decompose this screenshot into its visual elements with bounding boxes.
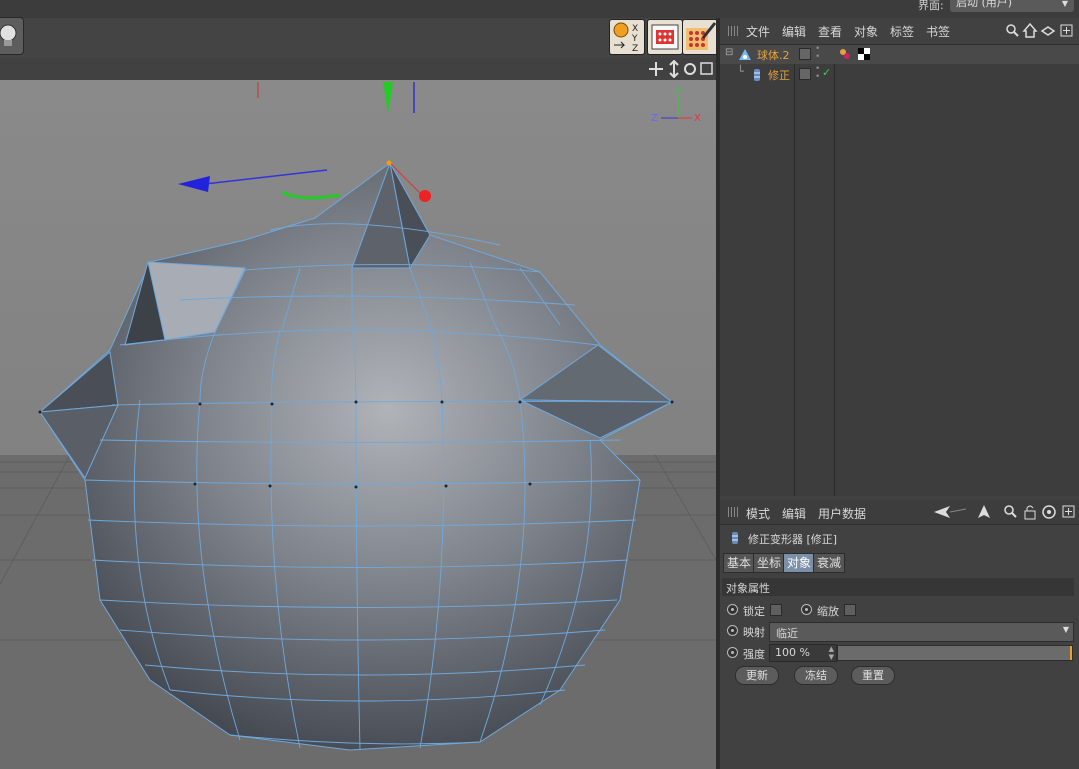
axis-z-label: Z — [651, 113, 658, 124]
menu-tags[interactable]: 标签 — [890, 23, 914, 40]
sphere-object-icon — [739, 49, 751, 60]
object-row-sphere[interactable]: ⊟ 球体.2 • • — [720, 45, 1079, 64]
freeze-button[interactable]: 冻结 — [794, 666, 838, 685]
object-name[interactable]: 修正 — [768, 67, 790, 83]
mapping-dropdown[interactable]: 临近 ▼ — [769, 622, 1074, 642]
tab-object[interactable]: 对象 — [783, 553, 816, 573]
editor-visibility-toggle[interactable] — [799, 68, 811, 80]
strength-label: 强度 — [743, 648, 765, 661]
viewport-scene: Y Z X — [0, 80, 716, 769]
tab-falloff[interactable]: 衰减 — [813, 553, 846, 573]
attribute-manager-panel: 模式 编辑 用户数据 修正变形器 [修正] 基本 坐标 对象 衰减 对象属性 锁… — [720, 500, 1079, 769]
3d-viewport[interactable]: Y Z X — [0, 80, 716, 769]
object-manager-menubar: 文件 编辑 查看 对象 标签 书签 — [720, 18, 1079, 45]
tab-basic[interactable]: 基本 — [723, 553, 756, 573]
correction-deformer-icon — [754, 69, 760, 81]
move-view-icon[interactable] — [649, 62, 663, 76]
render-settings-icon — [686, 22, 717, 50]
home-icon[interactable] — [1022, 22, 1038, 38]
back-arrow-icon[interactable] — [934, 506, 967, 518]
panel-grip-icon[interactable] — [728, 26, 738, 36]
maximize-view-icon[interactable] — [700, 62, 713, 75]
svg-text:Z: Z — [632, 44, 638, 54]
scale-checkbox[interactable] — [844, 604, 856, 616]
search-icon[interactable] — [1004, 505, 1017, 518]
menu-mode[interactable]: 模式 — [746, 505, 770, 522]
stepper-arrows-icon[interactable]: ▲ ▼ — [829, 645, 834, 661]
material-tag-icon[interactable] — [840, 49, 850, 59]
mapping-label: 映射 — [743, 626, 765, 639]
texture-tag-icon[interactable] — [858, 48, 870, 60]
strength-animate-radio[interactable] — [727, 647, 738, 658]
svg-text:Y: Y — [631, 34, 638, 44]
svg-text:X: X — [632, 24, 638, 34]
mapping-animate-radio[interactable] — [727, 625, 738, 636]
correction-deformer-icon — [732, 532, 738, 544]
render-view-button[interactable] — [647, 19, 683, 55]
object-manager-panel: 文件 编辑 查看 对象 标签 书签 ⊟ 球体.2 • • └ 修正 • • ✓ — [720, 18, 1079, 496]
target-icon[interactable] — [1042, 505, 1056, 519]
menu-user-data[interactable]: 用户数据 — [818, 505, 866, 522]
coordinate-system-icon: X Y Z — [613, 22, 638, 54]
render-grid-icon — [651, 24, 679, 50]
new-panel-icon[interactable] — [1062, 505, 1075, 518]
strength-slider[interactable] — [837, 645, 1073, 661]
scale-label: 缩放 — [817, 605, 839, 618]
menu-view[interactable]: 查看 — [818, 23, 842, 40]
panel-grip-icon[interactable] — [728, 507, 738, 517]
attribute-title: 修正变形器 [修正] — [748, 533, 838, 546]
attribute-manager-menubar: 模式 编辑 用户数据 — [720, 500, 1079, 525]
render-settings-button[interactable] — [682, 19, 718, 55]
rotate-view-icon[interactable] — [684, 63, 696, 75]
section-header: 对象属性 — [722, 578, 1074, 596]
render-dot-icon[interactable]: • • — [815, 65, 820, 82]
strength-slider-handle[interactable] — [1070, 646, 1072, 660]
light-bulb-button[interactable] — [0, 17, 24, 55]
attribute-manager-tools — [934, 505, 1075, 520]
object-name[interactable]: 球体.2 — [757, 47, 790, 63]
coordinate-system-button[interactable]: X Y Z — [609, 19, 645, 55]
tree-line: └ — [737, 65, 744, 78]
enabled-check-icon[interactable]: ✓ — [822, 66, 831, 79]
layout-label: 界面: — [918, 0, 944, 12]
light-bulb-icon — [0, 24, 17, 46]
axis-y-label: Y — [674, 86, 682, 97]
column-divider[interactable] — [834, 45, 835, 496]
mapping-value: 临近 — [776, 627, 798, 640]
menu-object[interactable]: 对象 — [854, 23, 878, 40]
lock-animate-radio[interactable] — [727, 604, 738, 615]
chevron-down-icon: ▼ — [1062, 625, 1069, 634]
collapse-icon[interactable] — [1040, 26, 1056, 36]
strength-input[interactable]: 100 % ▲ ▼ — [769, 644, 837, 662]
lock-checkbox[interactable] — [770, 604, 782, 616]
axis-x-label: X — [694, 113, 701, 124]
strength-value: 100 % — [775, 646, 810, 659]
editor-visibility-toggle[interactable] — [799, 48, 811, 60]
new-panel-icon[interactable] — [1060, 24, 1073, 37]
lock-label: 锁定 — [743, 605, 765, 618]
reset-button[interactable]: 重置 — [851, 666, 895, 685]
chevron-down-icon: ▼ — [1061, 0, 1068, 8]
zoom-view-icon[interactable] — [669, 59, 679, 79]
up-arrow-icon[interactable] — [978, 505, 990, 518]
layout-select-value: 启动 (用户) — [956, 0, 1013, 9]
layout-select[interactable]: 启动 (用户) ▼ — [950, 0, 1074, 12]
object-row-correction[interactable]: └ 修正 • • ✓ — [720, 65, 1079, 84]
column-divider[interactable] — [794, 45, 795, 496]
scale-animate-radio[interactable] — [801, 604, 812, 615]
object-manager-tools — [1006, 22, 1073, 38]
menu-file[interactable]: 文件 — [746, 23, 770, 40]
menu-bookmarks[interactable]: 书签 — [926, 23, 950, 40]
object-tags — [840, 48, 870, 60]
lock-icon[interactable] — [1024, 505, 1036, 520]
search-icon[interactable] — [1006, 24, 1019, 37]
tree-collapse-icon[interactable]: ⊟ — [725, 47, 733, 58]
update-button[interactable]: 更新 — [735, 666, 779, 685]
section-title: 对象属性 — [726, 582, 770, 595]
viewport-navigation — [646, 59, 716, 79]
tab-coord[interactable]: 坐标 — [753, 553, 786, 573]
menu-edit[interactable]: 编辑 — [782, 505, 806, 522]
menu-edit[interactable]: 编辑 — [782, 23, 806, 40]
render-dot-icon[interactable]: • • — [815, 45, 820, 62]
